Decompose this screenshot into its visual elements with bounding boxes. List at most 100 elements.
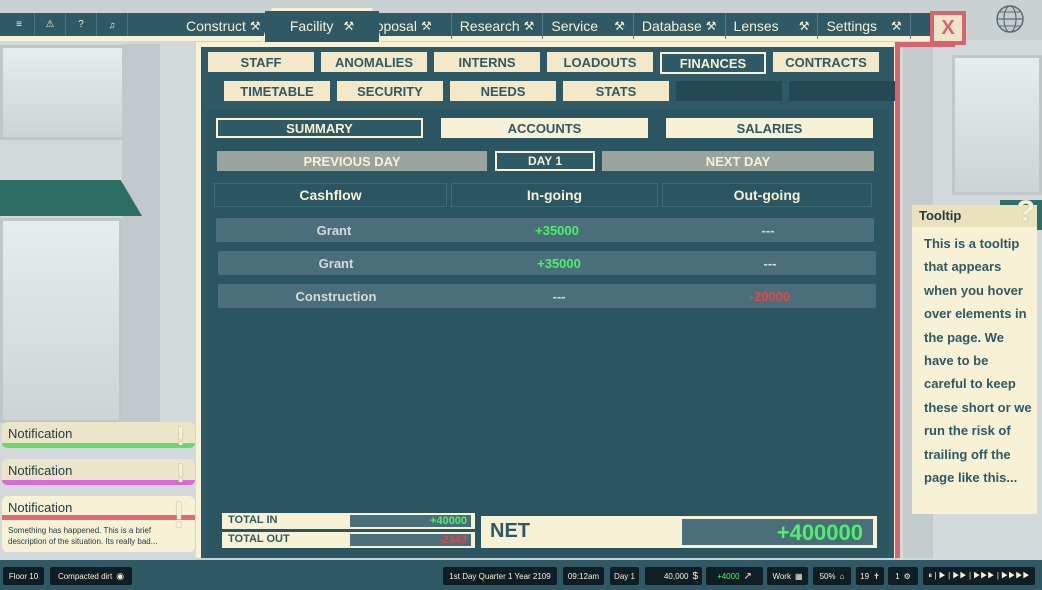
trend-icon: ↗ — [743, 570, 752, 582]
alert-count-value: 1 — [895, 571, 900, 581]
tab-label: Facility — [289, 18, 334, 34]
house-icon: ⌂ — [839, 571, 845, 581]
cashflow-name: Grant — [316, 222, 352, 238]
eye-icon: ◉ — [116, 570, 125, 581]
notification[interactable]: Notification ! — [2, 421, 195, 451]
exclamation-icon: ! — [176, 421, 185, 451]
subtab-empty — [789, 81, 895, 101]
tab-facility[interactable]: Facility ⚒ — [265, 11, 379, 41]
outgoing-value: --- — [763, 255, 777, 271]
menu-icon[interactable]: ≡ — [4, 13, 35, 36]
staff-count-display: 19 ✝ — [856, 567, 884, 585]
tab-research[interactable]: Research ⚒ — [452, 13, 544, 39]
money-value: 40,000 — [663, 571, 689, 581]
subtab-staff[interactable]: STAFF — [208, 52, 314, 72]
next-day-button[interactable]: NEXT DAY — [602, 151, 874, 171]
notification-description: Something has happened. This is a brief … — [8, 526, 158, 546]
date-label: 1st Day Quarter 1 Year 2109 — [449, 571, 551, 581]
globe-icon[interactable] — [986, 4, 1034, 34]
hammer-icon: ⚒ — [420, 19, 432, 33]
income-display: +4000 ↗ — [706, 567, 763, 585]
cashflow-name: Construction — [295, 288, 377, 304]
subtab-security[interactable]: SECURITY — [337, 81, 443, 101]
total-out-bar: -2343 — [350, 534, 471, 546]
tab-proposal[interactable]: Proposal⚒ — [378, 13, 452, 39]
subtab-anomalies[interactable]: ANOMALIES — [321, 52, 427, 72]
subtabs-row-2: TIMETABLE SECURITY NEEDS STATS — [224, 81, 895, 101]
warning-icon[interactable]: ⚠ — [35, 13, 66, 36]
subtab-contracts[interactable]: CONTRACTS — [773, 52, 879, 72]
column-header-outgoing: Out-going — [662, 183, 872, 207]
table-row[interactable]: Grant +35000 --- — [218, 251, 876, 275]
floor-label: Floor 10 — [8, 571, 39, 581]
total-out-value: -2343 — [438, 534, 467, 546]
column-header-cashflow: Cashflow — [214, 183, 447, 207]
total-out-label: TOTAL OUT — [228, 533, 290, 545]
speed-controls[interactable]: ⏸ | ▶ | ▶▶ | ▶▶▶ | ▶▶▶▶ — [923, 567, 1035, 585]
outgoing-value: --- — [761, 222, 775, 238]
top-navigation: ≡ ⚠ ? ♫ Construct⚒ Proposal⚒ Research⚒ S… — [0, 0, 1042, 45]
tab-label: Database — [641, 18, 702, 34]
day-label: Day 1 — [614, 571, 635, 581]
efficiency-display: 50% ⌂ — [813, 567, 851, 585]
tab-label: Settings — [826, 18, 878, 34]
tab-settings[interactable]: Settings ⚒ — [818, 13, 911, 39]
income-value: +4000 — [717, 571, 740, 581]
net-box: NET +400000 — [481, 516, 877, 548]
table-row[interactable]: Construction --- -20000 — [218, 284, 876, 308]
tab-label: Lenses — [733, 18, 779, 34]
tab-service[interactable]: Service ⚒ — [543, 13, 634, 39]
date-display: 1st Day Quarter 1 Year 2109 — [443, 567, 557, 585]
background-awning — [0, 180, 142, 216]
notification[interactable]: Notification ! — [2, 458, 195, 488]
subtab-loadouts[interactable]: LOADOUTS — [547, 52, 653, 72]
help-icon[interactable]: ? — [66, 13, 97, 36]
salaries-button[interactable]: SALARIES — [666, 118, 873, 138]
tooltip-connector — [895, 42, 955, 47]
mode-label: Work — [772, 571, 791, 581]
subtab-interns[interactable]: INTERNS — [434, 52, 540, 72]
tab-label: Service — [551, 18, 599, 34]
mode-selector[interactable]: Work ▦ — [767, 567, 808, 585]
terrain-indicator[interactable]: Compacted dirt ◉ — [50, 567, 132, 585]
bell-icon[interactable]: ♫ — [97, 13, 128, 36]
subtab-timetable[interactable]: TIMETABLE — [224, 81, 330, 101]
close-button[interactable]: X — [930, 11, 966, 45]
tab-label: Construct — [186, 18, 246, 34]
notification-title: Notification — [8, 500, 73, 515]
hammer-icon: ⚒ — [798, 19, 810, 33]
net-value: +400000 — [776, 520, 863, 545]
calendar-icon: ▦ — [794, 571, 803, 581]
quick-actions: ≡ ⚠ ? ♫ — [4, 13, 128, 36]
dollar-icon: $ — [692, 570, 698, 582]
background-window — [952, 55, 1042, 195]
person-icon: ✝ — [873, 571, 880, 581]
tab-construct[interactable]: Construct ⚒ — [178, 13, 270, 39]
tooltip-body: This is a tooltip that appears when you … — [924, 236, 1032, 486]
total-in-row: TOTAL IN +40000 — [222, 513, 475, 529]
floor-indicator[interactable]: Floor 10 — [3, 567, 44, 585]
total-in-bar: +40000 — [350, 515, 471, 527]
tab-lenses[interactable]: Lenses ⚒ — [726, 13, 819, 39]
net-label: NET — [490, 520, 530, 542]
time-display: 09:12am — [563, 567, 604, 585]
hammer-icon: ⚒ — [249, 19, 261, 33]
hammer-icon: ⚒ — [614, 19, 625, 33]
table-row[interactable]: Grant +35000 --- — [216, 218, 874, 242]
notification-expanded[interactable]: Notification ! Something has happened. T… — [2, 494, 195, 552]
subtab-needs[interactable]: NEEDS — [450, 81, 556, 101]
tooltip-connector — [895, 44, 900, 558]
summary-button[interactable]: SUMMARY — [216, 118, 423, 138]
alert-count-display[interactable]: 1 ⚙ — [888, 567, 918, 585]
cashflow-name: Grant — [318, 255, 354, 271]
accounts-button[interactable]: ACCOUNTS — [441, 118, 648, 138]
subtab-finances[interactable]: FINANCES — [660, 52, 766, 74]
background-window — [0, 45, 125, 140]
tab-database[interactable]: Database ⚒ — [634, 13, 726, 39]
total-in-label: TOTAL IN — [228, 514, 278, 526]
previous-day-button[interactable]: PREVIOUS DAY — [217, 151, 487, 171]
subtab-stats[interactable]: STATS — [563, 81, 669, 101]
total-out-row: TOTAL OUT -2343 — [222, 532, 475, 548]
background-pillar — [122, 44, 160, 424]
notification-color-bar — [2, 480, 195, 485]
